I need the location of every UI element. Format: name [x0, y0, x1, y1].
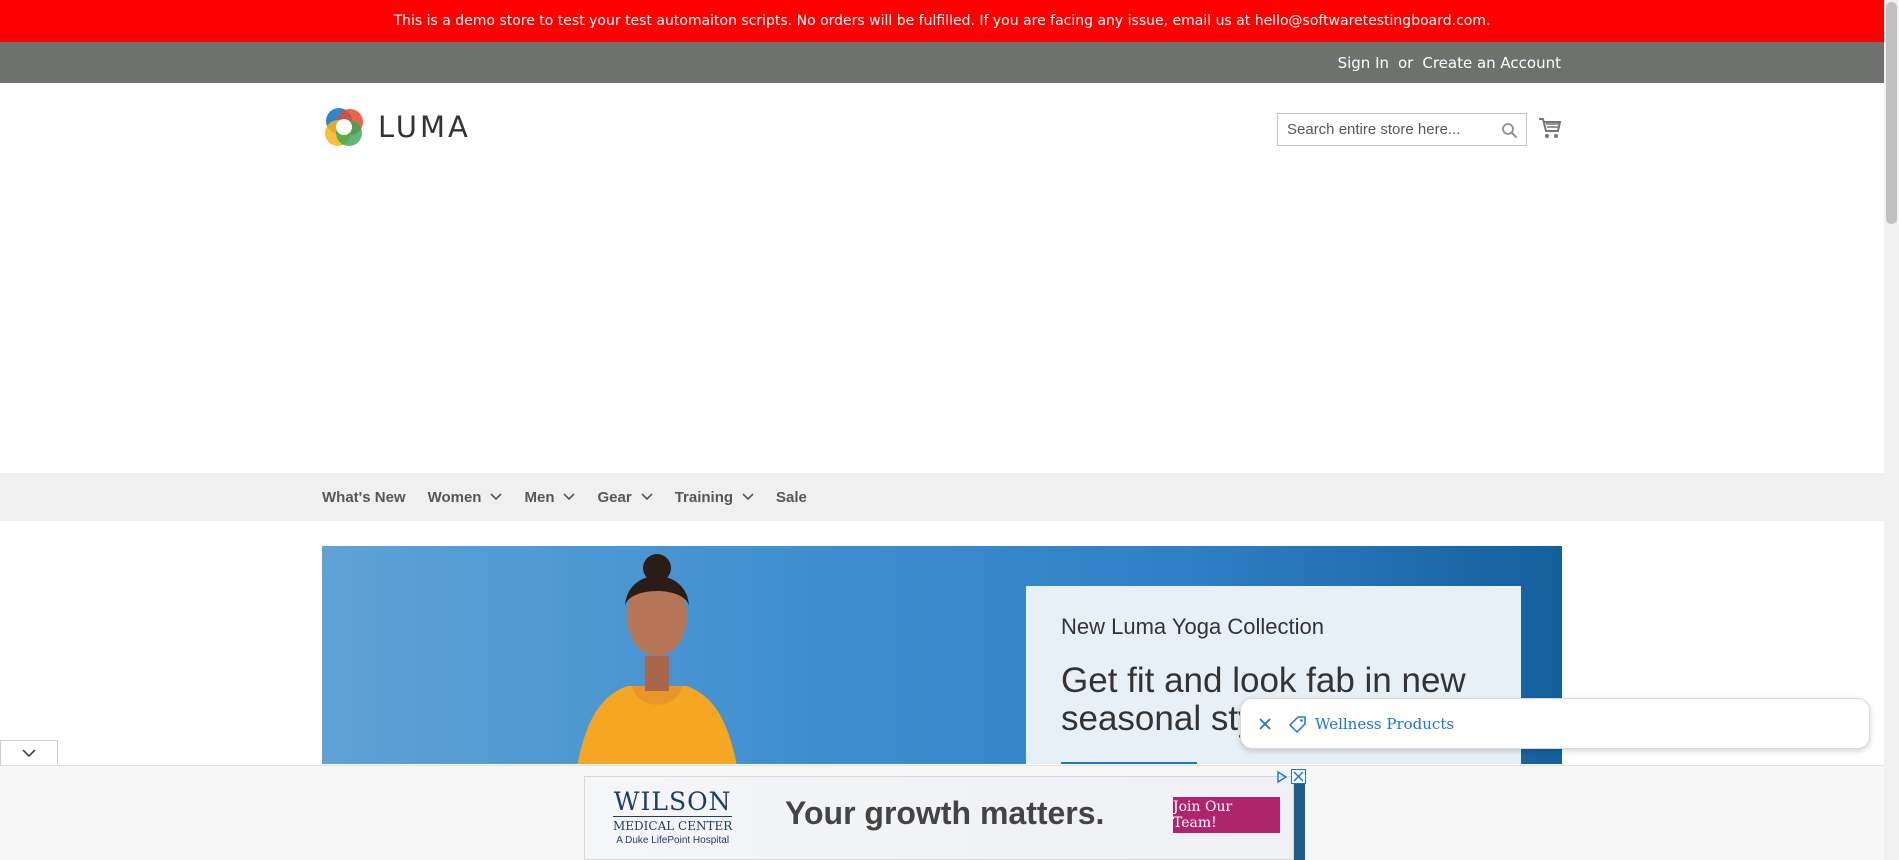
nav-item-whats-new[interactable]: What's New — [322, 489, 406, 506]
nav-item-label: What's New — [322, 488, 406, 506]
luma-logo[interactable]: LUMA — [322, 105, 471, 149]
page-scrollbar[interactable] — [1884, 0, 1899, 860]
search-input[interactable] — [1287, 121, 1487, 138]
nav-item-label: Women — [427, 488, 482, 506]
wellness-products-label: Wellness Products — [1315, 714, 1455, 733]
yoga-model-image — [577, 554, 737, 764]
promo-subtitle: New Luma Yoga Collection — [1061, 614, 1324, 639]
nav-item-training[interactable]: Training — [675, 489, 754, 506]
demo-notice-text: This is a demo store to test your test a… — [393, 13, 1491, 29]
ad-close-button[interactable] — [1291, 769, 1306, 784]
close-icon — [1293, 771, 1304, 782]
luma-logo-icon — [325, 108, 363, 146]
sign-in-link[interactable]: Sign In — [1338, 54, 1389, 72]
ad-collapse-toggle[interactable] — [0, 740, 58, 766]
wellness-chip: Wellness Products — [1240, 698, 1870, 749]
nav-item-label: Training — [674, 488, 734, 506]
header-links: Sign In or Create an Account — [1338, 42, 1561, 83]
search-icon[interactable] — [1501, 122, 1518, 139]
ad-logo-line2: MEDICAL CENTER — [613, 816, 733, 833]
ad-logo-line1: WILSON — [613, 787, 732, 816]
logo-text: LUMA — [378, 110, 471, 144]
chevron-down-icon — [490, 493, 503, 501]
scrollbar-thumb[interactable] — [1886, 2, 1897, 224]
ad-logo: WILSON MEDICAL CENTER A Duke LifePoint H… — [613, 787, 733, 846]
close-icon[interactable] — [1255, 714, 1275, 734]
ad-cta-button[interactable]: Join Our Team! — [1173, 797, 1280, 833]
nav-item-men[interactable]: Men — [524, 488, 576, 506]
or-separator: or — [1398, 53, 1414, 72]
adchoices-icon[interactable] — [1275, 770, 1289, 784]
chevron-down-icon — [563, 493, 576, 501]
shop-button[interactable] — [1061, 762, 1197, 764]
main-navigation: What's New Women Men Gear Training Sale — [0, 473, 1884, 521]
nav-item-gear[interactable]: Gear — [597, 488, 653, 506]
create-account-link[interactable]: Create an Account — [1422, 54, 1561, 72]
cart-icon[interactable] — [1538, 116, 1562, 140]
ad-logo-line3: A Duke LifePoint Hospital — [616, 835, 730, 846]
tag-icon — [1289, 715, 1306, 733]
nav-item-label: Gear — [597, 488, 632, 506]
nav-item-label: Men — [524, 488, 555, 506]
ad-headline: Your growth matters. — [785, 795, 1105, 831]
chevron-down-icon — [22, 749, 36, 758]
advertisement[interactable]: WILSON MEDICAL CENTER A Duke LifePoint H… — [584, 776, 1294, 860]
demo-notice-banner: This is a demo store to test your test a… — [0, 0, 1884, 42]
header-panel: Sign In or Create an Account — [0, 42, 1884, 83]
chevron-down-icon — [641, 493, 653, 501]
nav-item-sale[interactable]: Sale — [776, 489, 807, 506]
nav-item-women[interactable]: Women — [428, 489, 503, 506]
ad-edge — [1294, 784, 1305, 860]
nav-item-label: Sale — [776, 488, 807, 506]
chevron-down-icon — [742, 493, 754, 501]
wellness-products-link[interactable]: Wellness Products — [1289, 715, 1454, 733]
search-box — [1277, 113, 1527, 146]
